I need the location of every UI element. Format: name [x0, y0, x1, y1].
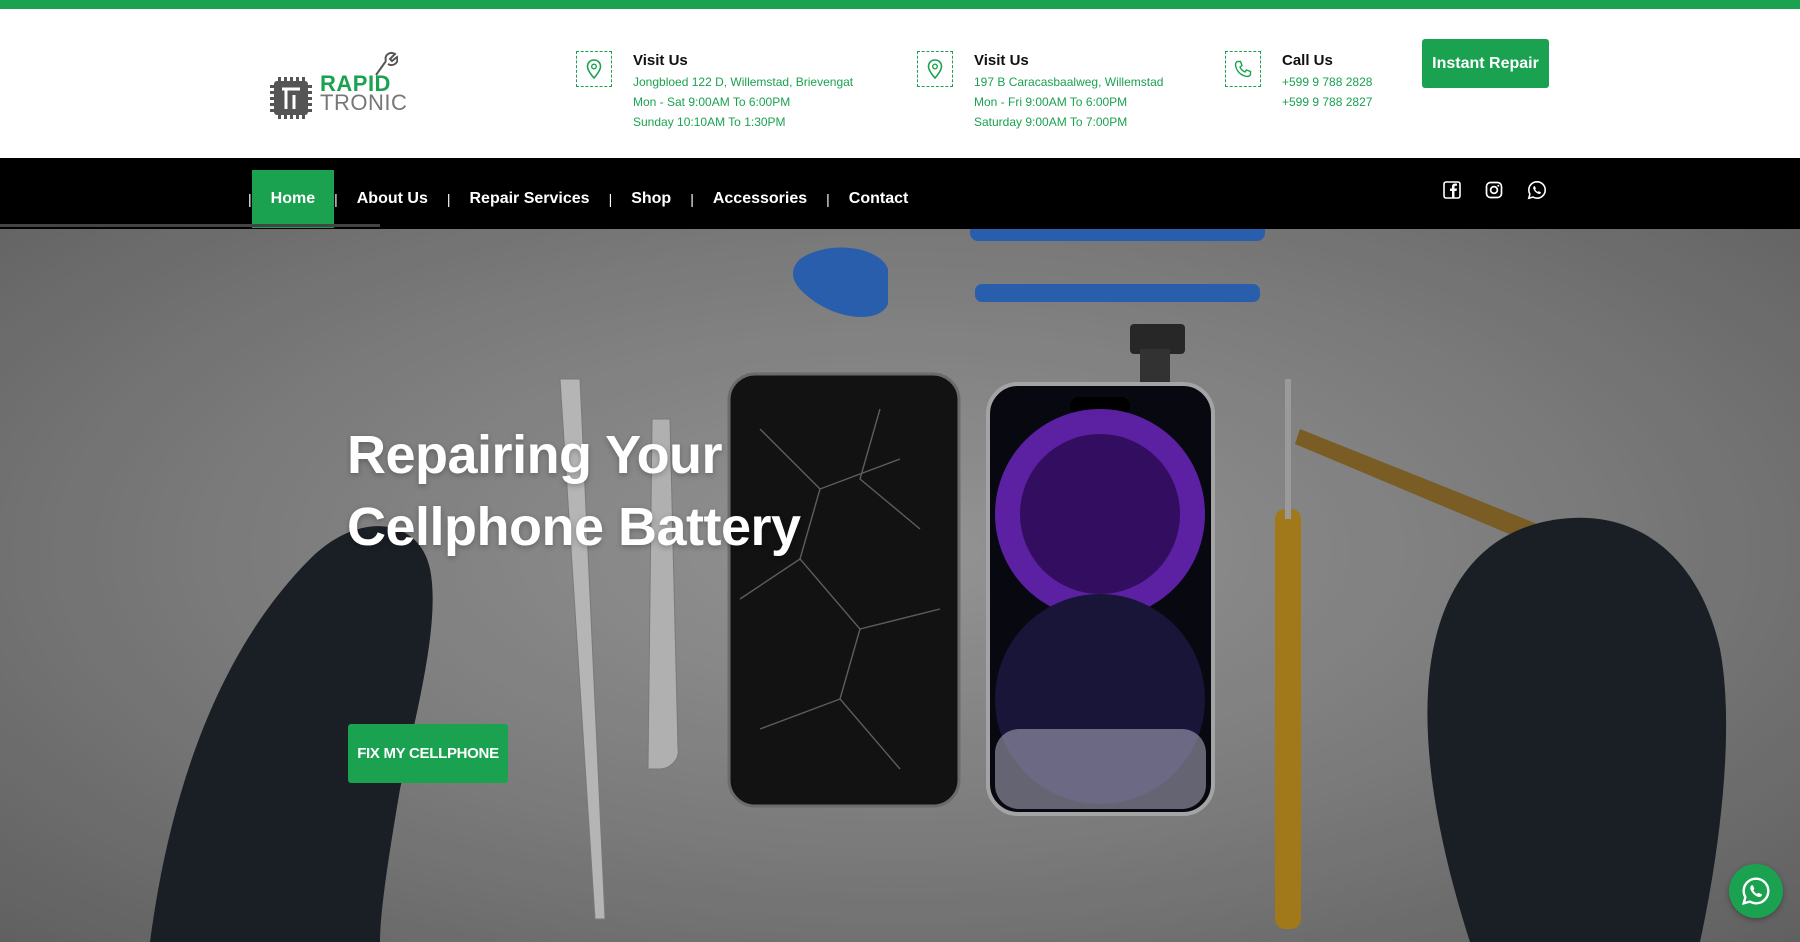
phone-number-2[interactable]: +599 9 788 2827	[1282, 92, 1542, 112]
whatsapp-icon	[1742, 877, 1770, 905]
nav-items: | Home | About Us | Repair Services | Sh…	[248, 170, 927, 228]
fix-my-cellphone-button[interactable]: FIX MY CELLPHONE	[348, 724, 508, 783]
location-1-address: Jongbloed 122 D, Willemstad, Brievengat	[633, 75, 854, 89]
hero-banner: Repairing Your Cellphone Battery FIX MY …	[0, 229, 1800, 942]
phone-icon	[1225, 51, 1261, 87]
facebook-icon[interactable]	[1440, 178, 1464, 202]
location-1-hours-sunday: Sunday 10:10AM To 1:30PM	[633, 115, 786, 129]
site-header: RAPID TRONIC Visit Us Jongbloed 122 D, W…	[0, 9, 1800, 158]
nav-accessories[interactable]: Accessories	[694, 170, 826, 228]
nav-shop[interactable]: Shop	[612, 170, 690, 228]
hero-title-line-1: Repairing Your	[347, 425, 723, 485]
instagram-icon[interactable]	[1482, 178, 1506, 202]
nav-about-us[interactable]: About Us	[338, 170, 447, 228]
logo-tronic-text: TRONIC	[320, 90, 408, 115]
nav-home[interactable]: Home	[251, 170, 335, 228]
location-2-address: 197 B Caracasbaalweg, Willemstad	[974, 75, 1164, 89]
location-2-title: Visit Us	[974, 52, 1029, 69]
chip-logo-icon	[270, 77, 312, 119]
map-pin-icon	[917, 51, 953, 87]
nav-underline	[0, 224, 380, 227]
top-accent-bar	[0, 0, 1800, 9]
logo-text: RAPID TRONIC	[320, 73, 408, 115]
whatsapp-float-button[interactable]	[1729, 864, 1783, 918]
location-1-title: Visit Us	[633, 52, 688, 69]
hero-title-line-2: Cellphone Battery	[347, 497, 801, 557]
nav-repair-services[interactable]: Repair Services	[450, 170, 608, 228]
hero-title: Repairing Your Cellphone Battery	[347, 419, 801, 563]
map-pin-icon	[576, 51, 612, 87]
whatsapp-icon[interactable]	[1525, 178, 1549, 202]
main-nav: | Home | About Us | Repair Services | Sh…	[0, 158, 1800, 229]
instant-repair-button[interactable]: Instant Repair	[1422, 39, 1549, 88]
brand-logo[interactable]: RAPID TRONIC	[268, 49, 408, 121]
location-2-hours-saturday: Saturday 9:00AM To 7:00PM	[974, 115, 1128, 129]
location-2-hours-weekday: Mon - Fri 9:00AM To 6:00PM	[974, 95, 1128, 109]
nav-contact[interactable]: Contact	[830, 170, 928, 228]
location-1-hours-weekday: Mon - Sat 9:00AM To 6:00PM	[633, 95, 791, 109]
hero-background-image	[0, 229, 1800, 942]
